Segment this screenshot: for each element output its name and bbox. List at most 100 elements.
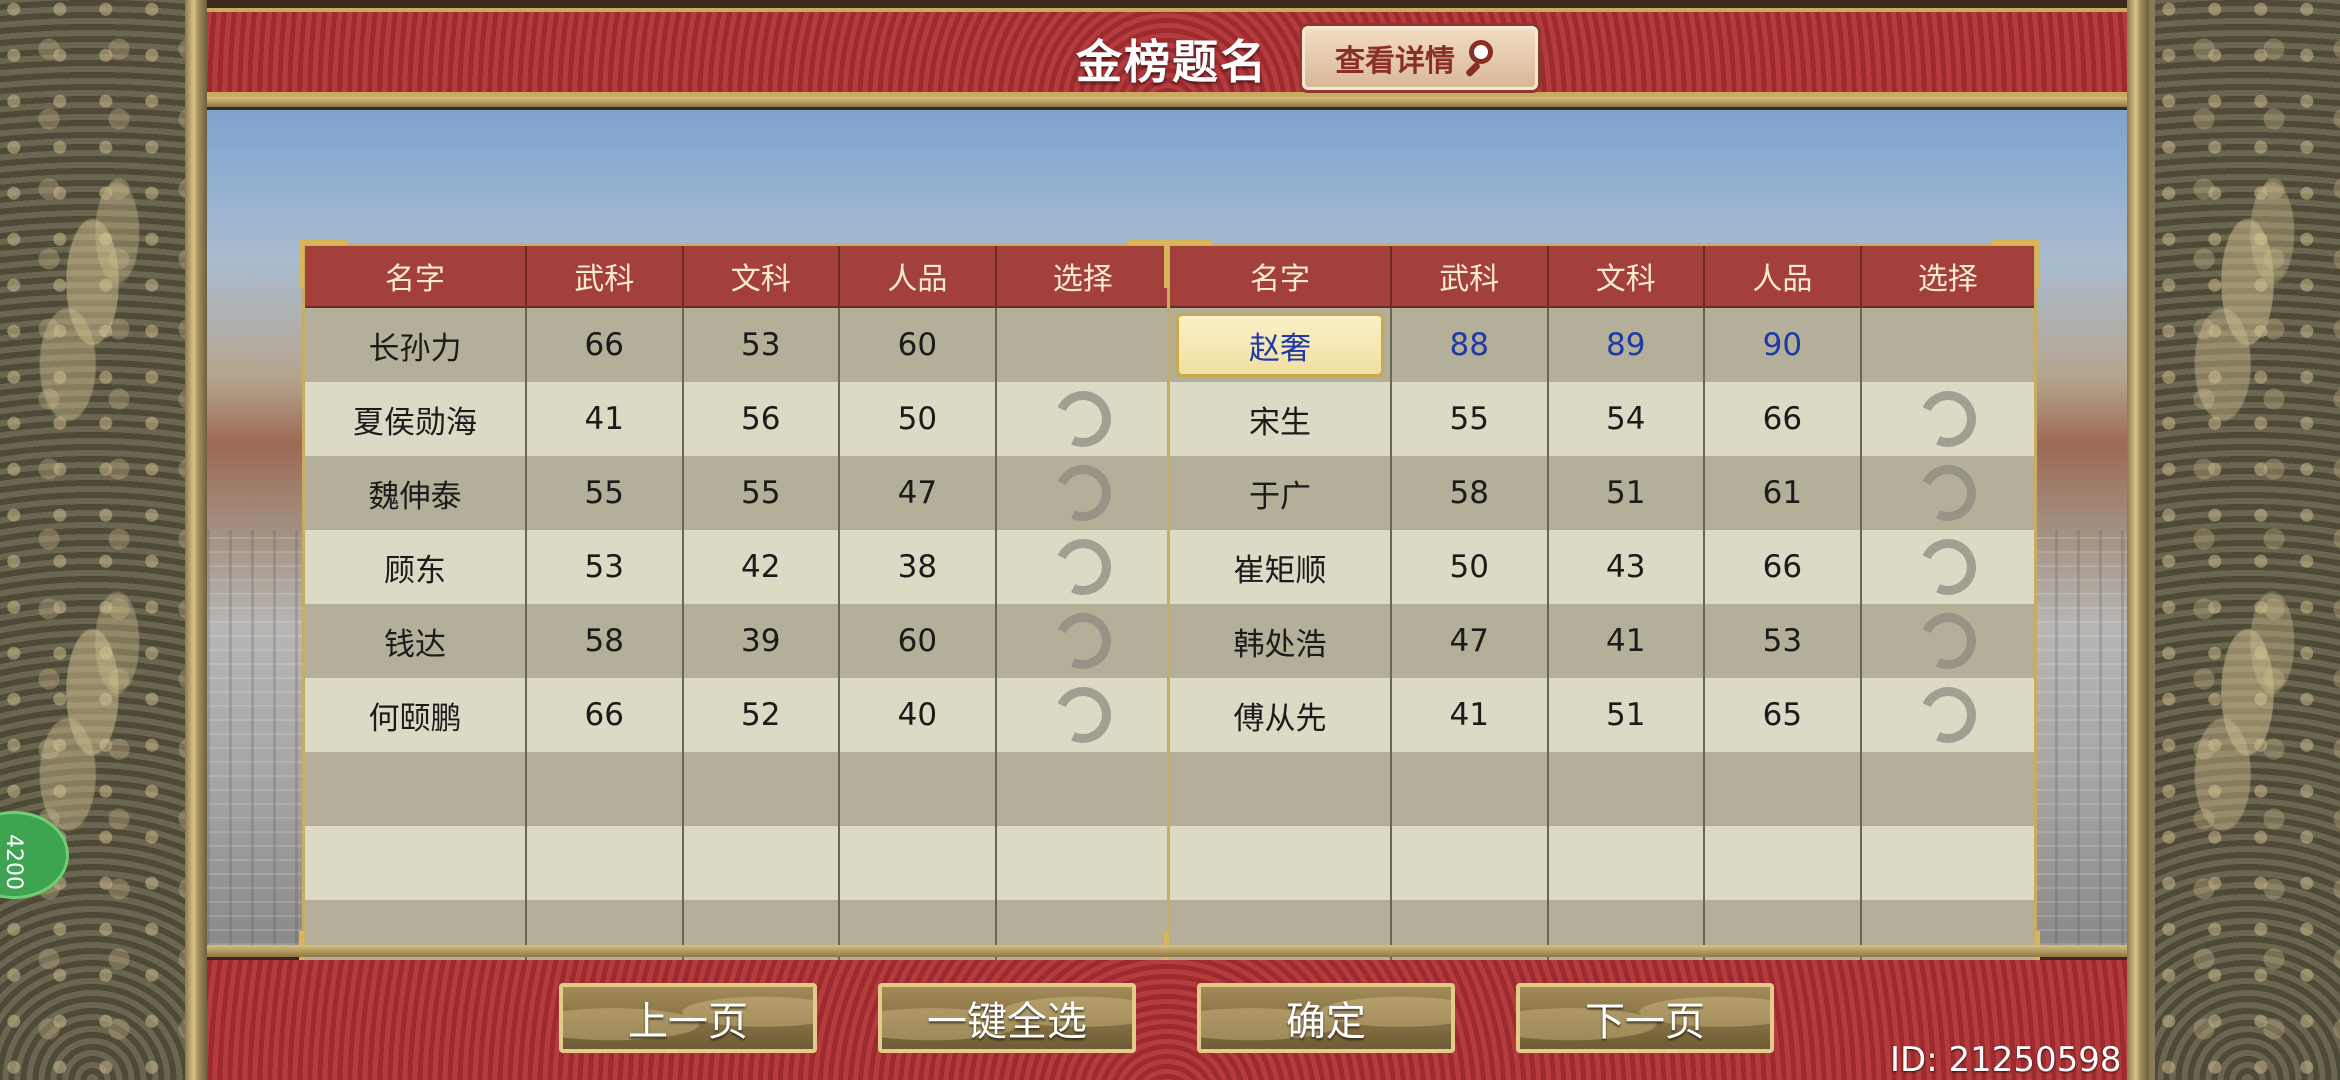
select-cell: [997, 382, 1169, 456]
empty-cell: [1549, 826, 1706, 900]
empty-cell: [1392, 826, 1549, 900]
martial-score: 88: [1392, 308, 1549, 382]
palace-background: 名字 武科 文科 人品 选择 长孙力 66 53 60 夏侯勋海 41 56 5…: [207, 110, 2127, 979]
character-score: 60: [840, 308, 997, 382]
martial-score: 55: [1392, 382, 1549, 456]
table-row[interactable]: 夏侯勋海 41 56 50: [305, 382, 1169, 456]
column-header-martial: 武科: [527, 246, 684, 306]
candidate-name: 长孙力: [305, 308, 527, 382]
empty-cell: [305, 752, 527, 826]
martial-score: 58: [1392, 456, 1549, 530]
ranking-table-left: 名字 武科 文科 人品 选择 长孙力 66 53 60 夏侯勋海 41 56 5…: [299, 240, 1175, 979]
candidate-name: 顾东: [305, 530, 527, 604]
column-header-literary: 文科: [684, 246, 841, 306]
empty-cell: [684, 752, 841, 826]
martial-score: 55: [527, 456, 684, 530]
select-circle-icon[interactable]: [1046, 679, 1119, 751]
select-cell: [997, 530, 1169, 604]
corner-ornament-icon: [1992, 240, 2040, 288]
empty-row: [1170, 752, 2034, 826]
empty-cell: [840, 752, 997, 826]
martial-score: 50: [1392, 530, 1549, 604]
header-divider: [207, 97, 2127, 107]
next-page-button[interactable]: 下一页: [1516, 983, 1774, 1053]
column-header-character: 人品: [840, 246, 997, 306]
left-dragon-panel: [0, 0, 191, 1080]
select-circle-icon[interactable]: [1911, 457, 1984, 529]
empty-cell: [684, 826, 841, 900]
select-circle-icon[interactable]: [1911, 531, 1984, 603]
view-details-label: 查看详情: [1335, 44, 1455, 79]
character-score: 60: [840, 604, 997, 678]
empty-cell: [997, 826, 1169, 900]
literary-score: 51: [1549, 678, 1706, 752]
empty-cell: [527, 826, 684, 900]
select-circle-icon[interactable]: [1911, 383, 1984, 455]
select-all-button[interactable]: 一键全选: [878, 983, 1136, 1053]
character-score: 65: [1705, 678, 1862, 752]
confirm-button[interactable]: 确定: [1197, 983, 1455, 1053]
table-row[interactable]: 傅从先 41 51 65: [1170, 678, 2034, 752]
frame-pillar-left: [185, 0, 207, 1080]
martial-score: 66: [527, 308, 684, 382]
select-circle-icon[interactable]: [1046, 531, 1119, 603]
literary-score: 42: [684, 530, 841, 604]
candidate-name: 于广: [1170, 456, 1392, 530]
table-row[interactable]: 崔矩顺 50 43 66: [1170, 530, 2034, 604]
corner-ornament-icon: [299, 240, 347, 288]
character-score: 50: [840, 382, 997, 456]
character-score: 90: [1705, 308, 1862, 382]
table-row-highlighted[interactable]: 赵奢 88 89 90: [1170, 308, 2034, 382]
dragon-ornament: [2165, 150, 2330, 480]
literary-score: 51: [1549, 456, 1706, 530]
ranking-panel: 金榜题名 查看详情 名字 武科 文科 人品 选择 长孙力 66 53 60 夏侯…: [207, 0, 2127, 1080]
select-circle-icon[interactable]: [1046, 383, 1119, 455]
select-circle-icon[interactable]: [1046, 605, 1119, 677]
empty-cell: [840, 826, 997, 900]
candidate-name-cell: 赵奢: [1170, 308, 1392, 382]
select-circle-icon[interactable]: [1911, 679, 1984, 751]
table-row[interactable]: 宋生 55 54 66: [1170, 382, 2034, 456]
table-row[interactable]: 韩处浩 47 41 53: [1170, 604, 2034, 678]
empty-cell: [1705, 826, 1862, 900]
candidate-name: 傅从先: [1170, 678, 1392, 752]
ranking-table-right: 名字 武科 文科 人品 选择 赵奢 88 89 90 宋生 55 54 66 于…: [1164, 240, 2040, 979]
select-circle-icon[interactable]: [1911, 605, 1984, 677]
select-cell: [1862, 308, 2034, 382]
empty-row: [305, 752, 1169, 826]
frame-pillar-right: [2127, 0, 2149, 1080]
literary-score: 55: [684, 456, 841, 530]
table-row[interactable]: 长孙力 66 53 60: [305, 308, 1169, 382]
search-icon: [1465, 38, 1505, 78]
dragon-ornament: [2165, 560, 2330, 890]
table-row[interactable]: 于广 58 51 61: [1170, 456, 2034, 530]
select-cell: [1862, 456, 2034, 530]
footer-bar: [207, 960, 2127, 1080]
candidate-name: 宋生: [1170, 382, 1392, 456]
candidate-name: 赵奢: [1248, 330, 1311, 367]
character-score: 47: [840, 456, 997, 530]
candidate-name: 崔矩顺: [1170, 530, 1392, 604]
literary-score: 56: [684, 382, 841, 456]
martial-score: 53: [527, 530, 684, 604]
select-circle-icon[interactable]: [1046, 457, 1119, 529]
empty-cell: [1862, 826, 2034, 900]
martial-score: 66: [527, 678, 684, 752]
literary-score: 41: [1549, 604, 1706, 678]
literary-score: 89: [1549, 308, 1706, 382]
table-row[interactable]: 钱达 58 39 60: [305, 604, 1169, 678]
table-row[interactable]: 何颐鹏 66 52 40: [305, 678, 1169, 752]
table-row[interactable]: 魏伸泰 55 55 47: [305, 456, 1169, 530]
view-details-button[interactable]: 查看详情: [1302, 26, 1538, 90]
table-row[interactable]: 顾东 53 42 38: [305, 530, 1169, 604]
literary-score: 39: [684, 604, 841, 678]
select-cell: [997, 456, 1169, 530]
empty-row: [305, 826, 1169, 900]
column-header-literary: 文科: [1549, 246, 1706, 306]
header-bar: 金榜题名 查看详情: [207, 8, 2127, 97]
character-score: 53: [1705, 604, 1862, 678]
empty-cell: [305, 826, 527, 900]
empty-cell: [1392, 752, 1549, 826]
table-header: 名字 武科 文科 人品 选择: [305, 246, 1169, 308]
prev-page-button[interactable]: 上一页: [559, 983, 817, 1053]
